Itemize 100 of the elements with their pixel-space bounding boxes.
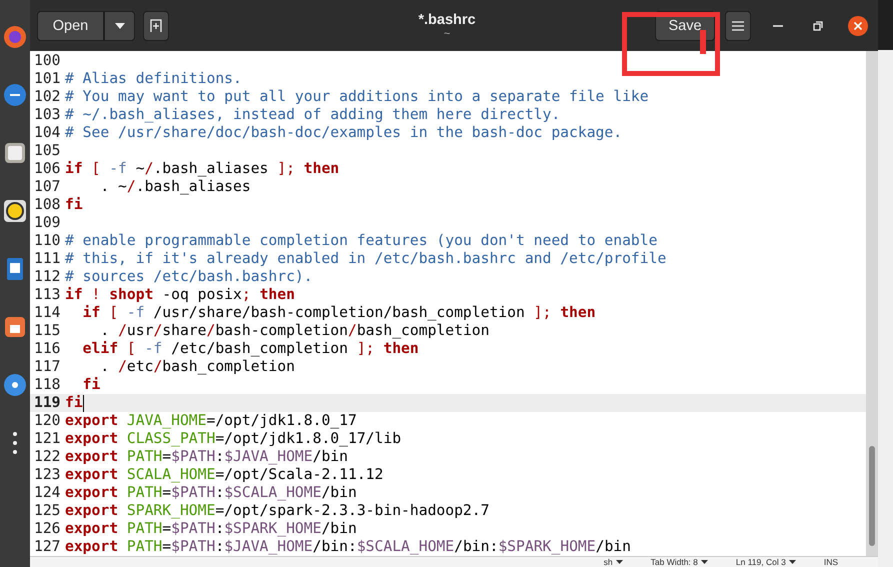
status-dropdown[interactable]: Tab Width: 8: [650, 558, 708, 567]
code-token: ];: [356, 340, 376, 358]
code-token: $PATH: [171, 448, 216, 466]
code-token: # See /usr/share/doc/bash-doc/examples in the bash-doc package.: [65, 124, 622, 142]
code-token: [: [126, 340, 137, 358]
code-token: $JAVA_HOME: [224, 448, 313, 466]
maximize-icon: [813, 20, 823, 31]
new-tab-icon: [149, 18, 163, 33]
window-title: *.bashrc: [418, 12, 476, 28]
code-token: fi: [65, 196, 83, 214]
code-token: SPARK_HOME: [126, 502, 216, 520]
code-token: usr: [126, 322, 154, 340]
code-token: /: [118, 322, 127, 340]
code-token: =/opt/jdk1.8.0_17: [206, 412, 357, 430]
code-token: shopt: [109, 286, 154, 304]
code-token: elif: [82, 340, 120, 358]
code-token: # Alias definitions.: [65, 70, 242, 88]
code-token: SCALA_HOME: [126, 466, 216, 484]
code-token: export: [65, 538, 120, 556]
code-token: /: [144, 160, 154, 178]
dropdown-button[interactable]: [104, 10, 135, 41]
status-dropdown[interactable]: sh: [604, 558, 623, 567]
circle-icon[interactable]: [3, 373, 27, 397]
code-token: export: [65, 466, 120, 484]
code-token: -f: [109, 160, 127, 178]
code-token: PATH: [126, 448, 162, 466]
code-token: =/opt/Scala-2.11.12: [215, 466, 384, 484]
code-token: $SPARK_HOME: [498, 538, 596, 556]
code-token: export: [65, 520, 120, 538]
code-token: =: [162, 520, 172, 538]
code-token: /: [118, 358, 127, 376]
code-token: share: [162, 322, 206, 340]
code-token: $PATH: [171, 520, 216, 538]
code-token: =: [162, 484, 172, 502]
code-token: $SPARK_HOME: [224, 520, 322, 538]
disc-icon[interactable]: [3, 199, 27, 223]
code-token: fi: [82, 376, 100, 394]
code-token: then: [260, 286, 295, 304]
code-token: . ~: [99, 178, 127, 196]
code-token: export: [65, 412, 120, 430]
code-token: /etc/bash_completion: [170, 340, 349, 358]
open-button[interactable]: Open: [37, 10, 104, 41]
code-token: .: [99, 322, 110, 340]
code-token: /usr/share/bash-completion/bash_completion: [152, 304, 526, 322]
code-token: ;: [242, 286, 252, 304]
code-token: $SCALA_HOME: [224, 484, 322, 502]
minimize-icon: [773, 24, 783, 27]
code-token: !: [92, 286, 102, 304]
code-token: =/opt/spark-2.3.3-bin-hadoop2.7: [215, 502, 490, 520]
window-subtitle: ~: [444, 28, 450, 40]
circle-icon[interactable]: [3, 83, 27, 107]
code-token: .: [100, 358, 110, 376]
code-token: [: [92, 160, 102, 178]
caret-icon: [114, 22, 124, 29]
status-dropdown[interactable]: Ln 119, Col 3: [736, 558, 796, 567]
globe-icon[interactable]: [3, 25, 27, 49]
code-token: # this, if it's already enabled in /etc/bash.bashrc and /etc/profile: [65, 250, 666, 268]
code-token: /: [348, 322, 357, 340]
code-token: ~: [134, 160, 145, 178]
code-token: if: [65, 160, 84, 178]
code-token: export: [65, 502, 120, 520]
code-token: JAVA_HOME: [126, 412, 206, 430]
code-token: export: [65, 448, 120, 466]
caret-icon: [616, 560, 623, 564]
code-token: bash-completion: [215, 322, 348, 340]
menu-button[interactable]: [725, 10, 751, 41]
code-token: PATH: [126, 484, 162, 502]
scrollbar-thumb[interactable]: [869, 446, 875, 546]
code-token: fi: [65, 394, 83, 412]
code-token: =: [162, 448, 172, 466]
app-grid-icon[interactable]: [10, 431, 20, 455]
code-token: -f: [144, 340, 162, 358]
code-token: [: [109, 304, 120, 322]
new-tab-button[interactable]: [143, 10, 169, 41]
code-token: # ~/.bash_aliases, instead of adding them here directly.: [65, 106, 560, 124]
caret-icon: [788, 560, 796, 564]
bag-icon[interactable]: [3, 315, 27, 339]
code-token: bash_completion: [356, 322, 490, 340]
code-token: /: [206, 322, 216, 340]
code-token: :: [215, 520, 224, 538]
code-token: bash_completion: [162, 358, 295, 376]
code-token: /: [153, 322, 162, 340]
code-token: if: [82, 304, 102, 322]
code-token: then: [383, 340, 419, 358]
code-token: CLASS_PATH: [126, 430, 216, 448]
code-token: PATH: [126, 538, 162, 556]
caret-icon: [700, 560, 708, 564]
code-token: # You may want to put all your additions into a separate file like: [65, 88, 649, 106]
code-token: /bin:: [454, 538, 498, 556]
code-token: then: [304, 160, 340, 178]
code-token: /: [153, 358, 162, 376]
code-token: $SCALA_HOME: [356, 538, 454, 556]
scrollbar-track[interactable]: [866, 51, 878, 556]
code-token: /bin: [321, 484, 357, 502]
code-token: -f: [126, 304, 145, 322]
close-icon: [848, 16, 868, 36]
code-token: $PATH: [171, 484, 216, 502]
code-token: .bash_aliases: [136, 178, 251, 196]
folder-icon[interactable]: [3, 141, 27, 165]
code-token: PATH: [126, 520, 162, 538]
